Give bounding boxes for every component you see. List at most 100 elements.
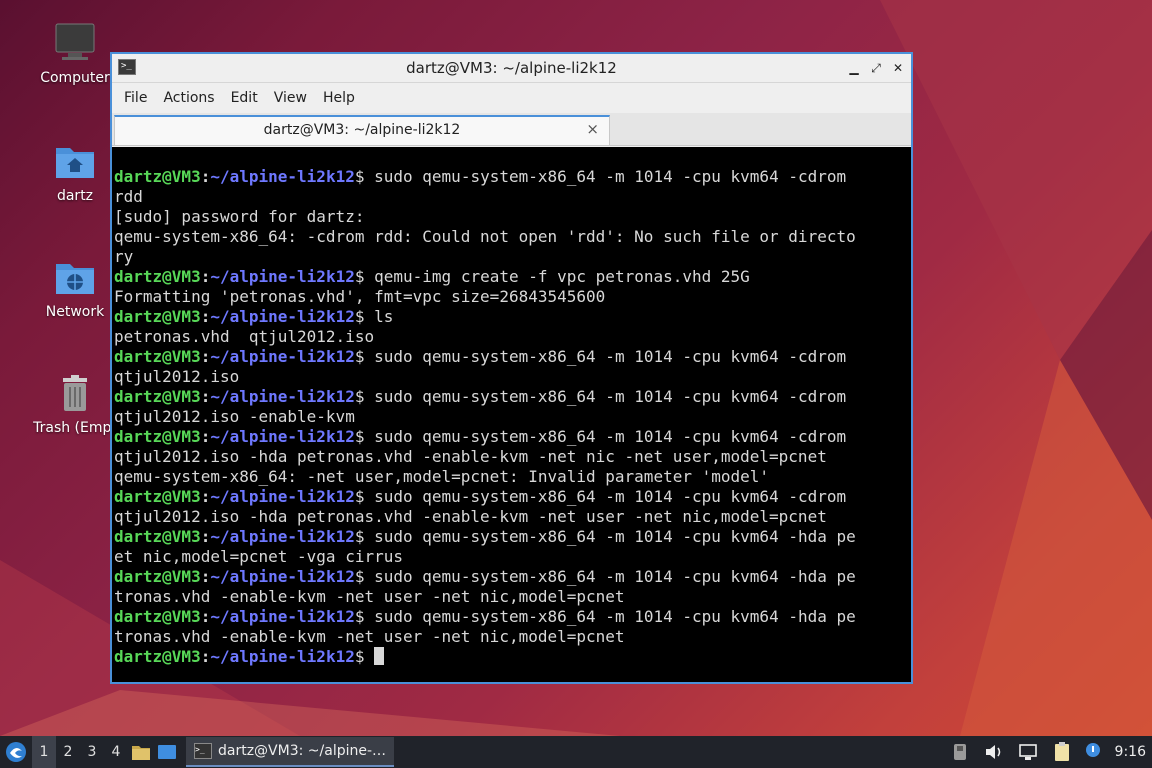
volume-icon[interactable] (983, 741, 1005, 763)
command-text (364, 647, 374, 666)
output-text: qtjul2012.iso -hda petronas.vhd -enable-… (114, 447, 827, 466)
prompt-user: dartz@VM3 (114, 487, 201, 506)
network-icon[interactable] (1017, 741, 1039, 763)
prompt-path: ~/alpine-li2k12 (210, 647, 355, 666)
desktop-icon-computer[interactable]: Computer (30, 22, 120, 86)
output-text: tronas.vhd -enable-kvm -net user -net ni… (114, 627, 625, 646)
prompt-colon: : (200, 647, 211, 666)
clipboard-icon[interactable] (1051, 741, 1073, 763)
command-text: ls (364, 307, 394, 326)
start-menu-button[interactable] (0, 736, 32, 768)
output-text: [sudo] password for dartz: (114, 207, 365, 226)
tab-close-icon[interactable]: × (586, 120, 599, 138)
terminal-output-line: qemu-system-x86_64: -net user,model=pcne… (114, 467, 911, 487)
output-text: ry (114, 247, 134, 266)
terminal-prompt-line: dartz@VM3:~/alpine-li2k12$ sudo qemu-sys… (114, 567, 911, 587)
prompt-user: dartz@VM3 (114, 527, 201, 546)
output-text: et nic,model=pcnet -vga cirrus (114, 547, 403, 566)
terminal-prompt-line: dartz@VM3:~/alpine-li2k12$ sudo qemu-sys… (114, 387, 911, 407)
prompt-colon: : (200, 487, 211, 506)
trash-icon (54, 372, 96, 414)
prompt-colon: : (200, 567, 211, 586)
menu-bar: File Actions Edit View Help (112, 83, 911, 113)
terminal-prompt-line: dartz@VM3:~/alpine-li2k12$ ls (114, 307, 911, 327)
command-text: sudo qemu-system-x86_64 -m 1014 -cpu kvm… (364, 487, 847, 506)
notification-icon[interactable] (1085, 741, 1101, 763)
removable-drive-icon[interactable] (949, 741, 971, 763)
terminal-output-line: ry (114, 247, 911, 267)
terminal-output-line: rdd (114, 187, 911, 207)
menu-edit[interactable]: Edit (223, 83, 266, 113)
tab-terminal[interactable]: dartz@VM3: ~/alpine-li2k12 × (114, 115, 610, 145)
prompt-colon: : (200, 167, 211, 186)
desktop-icon-home-folder[interactable]: dartz (30, 140, 120, 204)
window-title: dartz@VM3: ~/alpine-li2k12 (406, 59, 617, 77)
command-text: qemu-img create -f vpc petronas.vhd 25G (364, 267, 750, 286)
workspace-2[interactable]: 2 (56, 736, 80, 768)
command-text: sudo qemu-system-x86_64 -m 1014 -cpu kvm… (364, 347, 847, 366)
terminal-output-line: tronas.vhd -enable-kvm -net user -net ni… (114, 587, 911, 607)
terminal-output-line: qtjul2012.iso (114, 367, 911, 387)
taskbar-window-button[interactable]: >_ dartz@VM3: ~/alpine-… (186, 737, 395, 767)
maximize-button[interactable]: ⤢ (867, 59, 885, 77)
prompt-path: ~/alpine-li2k12 (210, 527, 355, 546)
desktop-icon-trash[interactable]: Trash (Empt (30, 372, 120, 436)
file-manager-launcher[interactable] (128, 736, 154, 768)
terminal-prompt-line: dartz@VM3:~/alpine-li2k12$ sudo qemu-sys… (114, 607, 911, 627)
menu-actions[interactable]: Actions (155, 83, 222, 113)
clock[interactable]: 9:16 (1115, 744, 1146, 760)
terminal-output[interactable]: dartz@VM3:~/alpine-li2k12$ sudo qemu-sys… (112, 147, 911, 682)
show-desktop-button[interactable] (154, 736, 180, 768)
prompt-user: dartz@VM3 (114, 167, 201, 186)
prompt-user: dartz@VM3 (114, 607, 201, 626)
desktop-icon-label: Computer (40, 70, 110, 86)
desktop-icon-label: Network (45, 304, 105, 320)
terminal-output-line: petronas.vhd qtjul2012.iso (114, 327, 911, 347)
tab-title: dartz@VM3: ~/alpine-li2k12 (263, 122, 461, 138)
terminal-output-line: qtjul2012.iso -hda petronas.vhd -enable-… (114, 507, 911, 527)
command-text: sudo qemu-system-x86_64 -m 1014 -cpu kvm… (364, 527, 856, 546)
menu-file[interactable]: File (116, 83, 155, 113)
window-titlebar[interactable]: >_ dartz@VM3: ~/alpine-li2k12 ▁ ⤢ ✕ (112, 54, 911, 83)
terminal-window[interactable]: >_ dartz@VM3: ~/alpine-li2k12 ▁ ⤢ ✕ File… (110, 52, 913, 684)
minimize-button[interactable]: ▁ (845, 59, 863, 77)
prompt-user: dartz@VM3 (114, 387, 201, 406)
command-text: sudo qemu-system-x86_64 -m 1014 -cpu kvm… (364, 427, 847, 446)
system-tray: 9:16 (943, 736, 1152, 768)
desktop-icon-label: Trash (Empt (33, 420, 117, 436)
terminal-prompt-line: dartz@VM3:~/alpine-li2k12$ sudo qemu-sys… (114, 487, 911, 507)
terminal-output-line: qtjul2012.iso -enable-kvm (114, 407, 911, 427)
menu-view[interactable]: View (266, 83, 315, 113)
terminal-prompt-line: dartz@VM3:~/alpine-li2k12$ sudo qemu-sys… (114, 527, 911, 547)
desktop-icon-label: dartz (56, 188, 94, 204)
close-button[interactable]: ✕ (889, 59, 907, 77)
output-text: tronas.vhd -enable-kvm -net user -net ni… (114, 587, 625, 606)
prompt-user: dartz@VM3 (114, 267, 201, 286)
prompt-user: dartz@VM3 (114, 427, 201, 446)
prompt-colon: : (200, 427, 211, 446)
terminal-output-line: qtjul2012.iso -hda petronas.vhd -enable-… (114, 447, 911, 467)
output-text: rdd (114, 187, 143, 206)
prompt-path: ~/alpine-li2k12 (210, 167, 355, 186)
command-text: sudo qemu-system-x86_64 -m 1014 -cpu kvm… (364, 387, 847, 406)
output-text: qemu-system-x86_64: -net user,model=pcne… (114, 467, 770, 486)
terminal-output-line: Formatting 'petronas.vhd', fmt=vpc size=… (114, 287, 911, 307)
command-text: sudo qemu-system-x86_64 -m 1014 -cpu kvm… (364, 607, 856, 626)
prompt-user: dartz@VM3 (114, 347, 201, 366)
menu-help[interactable]: Help (315, 83, 363, 113)
terminal-prompt-line: dartz@VM3:~/alpine-li2k12$ sudo qemu-sys… (114, 347, 911, 367)
workspace-1[interactable]: 1 (32, 736, 56, 768)
terminal-output-line: [sudo] password for dartz: (114, 207, 911, 227)
prompt-path: ~/alpine-li2k12 (210, 607, 355, 626)
prompt-path: ~/alpine-li2k12 (210, 487, 355, 506)
terminal-output-line: qemu-system-x86_64: -cdrom rdd: Could no… (114, 227, 911, 247)
workspace-3[interactable]: 3 (80, 736, 104, 768)
prompt-path: ~/alpine-li2k12 (210, 427, 355, 446)
taskbar-window-label: dartz@VM3: ~/alpine-… (218, 743, 387, 759)
network-folder-icon (54, 256, 96, 298)
prompt-colon: : (200, 307, 211, 326)
workspace-4[interactable]: 4 (104, 736, 128, 768)
desktop-icon-network[interactable]: Network (30, 256, 120, 320)
output-text: qtjul2012.iso (114, 367, 240, 386)
terminal-prompt-line: dartz@VM3:~/alpine-li2k12$ (114, 647, 911, 667)
